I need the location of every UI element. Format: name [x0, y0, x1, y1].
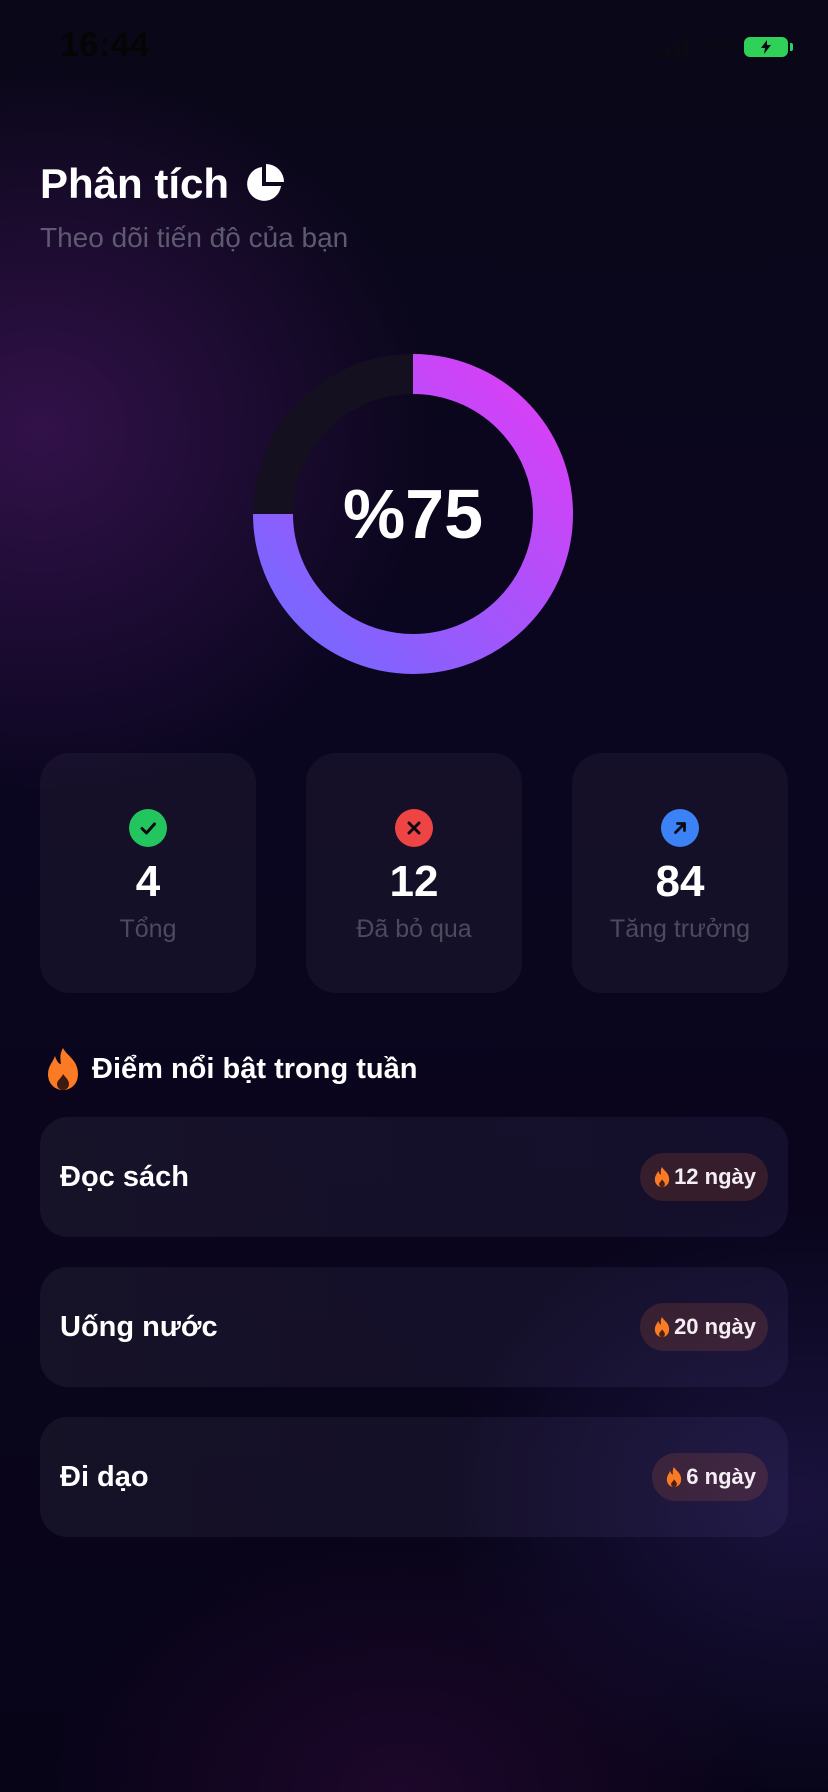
stat-value: 4 — [135, 857, 161, 906]
stat-card-total: 4 Tổng — [40, 753, 256, 993]
page-header: Phân tích Theo dõi tiến độ của bạn — [40, 160, 348, 254]
wifi-icon — [704, 37, 734, 57]
progress-ring: %75 — [252, 353, 574, 675]
habit-name: Đi dạo — [60, 1460, 149, 1493]
habit-name: Uống nước — [60, 1310, 218, 1343]
check-icon — [129, 809, 167, 847]
stat-label: Tổng — [119, 915, 177, 943]
streak-badge: 20 ngày — [640, 1303, 768, 1351]
stat-card-growth: 84 Tăng trưởng — [572, 753, 788, 993]
habit-item-reading[interactable]: Đọc sách 12 ngày — [40, 1117, 788, 1237]
progress-percentage: %75 — [342, 475, 484, 553]
arrow-up-right-icon — [661, 809, 699, 847]
streak-badge: 6 ngày — [652, 1453, 768, 1501]
stats-row: 4 Tổng 12 Đã bỏ qua 84 Tăng trưởng — [40, 753, 788, 993]
status-indicators — [654, 36, 793, 58]
flame-icon — [48, 1048, 78, 1090]
stat-value: 84 — [655, 857, 705, 906]
stat-card-skipped: 12 Đã bỏ qua — [306, 753, 522, 993]
charging-bolt-icon — [761, 40, 771, 54]
habit-item-drinking-water[interactable]: Uống nước 20 ngày — [40, 1267, 788, 1387]
streak-badge: 12 ngày — [640, 1153, 768, 1201]
page-subtitle: Theo dõi tiến độ của bạn — [40, 222, 349, 253]
flame-icon — [654, 1167, 670, 1187]
status-bar: 16:44 — [0, 0, 828, 100]
habit-item-walking[interactable]: Đi dạo 6 ngày — [40, 1417, 788, 1537]
stat-value: 12 — [389, 857, 439, 906]
habit-list: Đọc sách 12 ngày Uống nước 20 ngày Đi dạ… — [40, 1117, 788, 1567]
battery-icon — [744, 37, 793, 57]
flame-icon — [667, 1467, 682, 1487]
highlights-heading: Điểm nổi bật trong tuần — [42, 1046, 417, 1092]
habit-name: Đọc sách — [60, 1160, 189, 1193]
streak-text: 12 ngày — [674, 1164, 756, 1189]
cellular-signal-icon — [656, 37, 689, 58]
streak-text: 6 ngày — [686, 1464, 756, 1489]
highlights-title: Điểm nổi bật trong tuần — [92, 1052, 418, 1085]
stat-label: Tăng trưởng — [609, 915, 751, 943]
x-icon — [395, 809, 433, 847]
pie-chart-icon — [247, 164, 285, 201]
flame-icon — [654, 1317, 670, 1337]
streak-text: 20 ngày — [674, 1314, 756, 1339]
title-row: Phân tích — [40, 160, 348, 208]
stat-label: Đã bỏ qua — [356, 915, 472, 943]
page-title: Phân tích — [40, 160, 230, 207]
status-time: 16:44 — [60, 26, 150, 64]
